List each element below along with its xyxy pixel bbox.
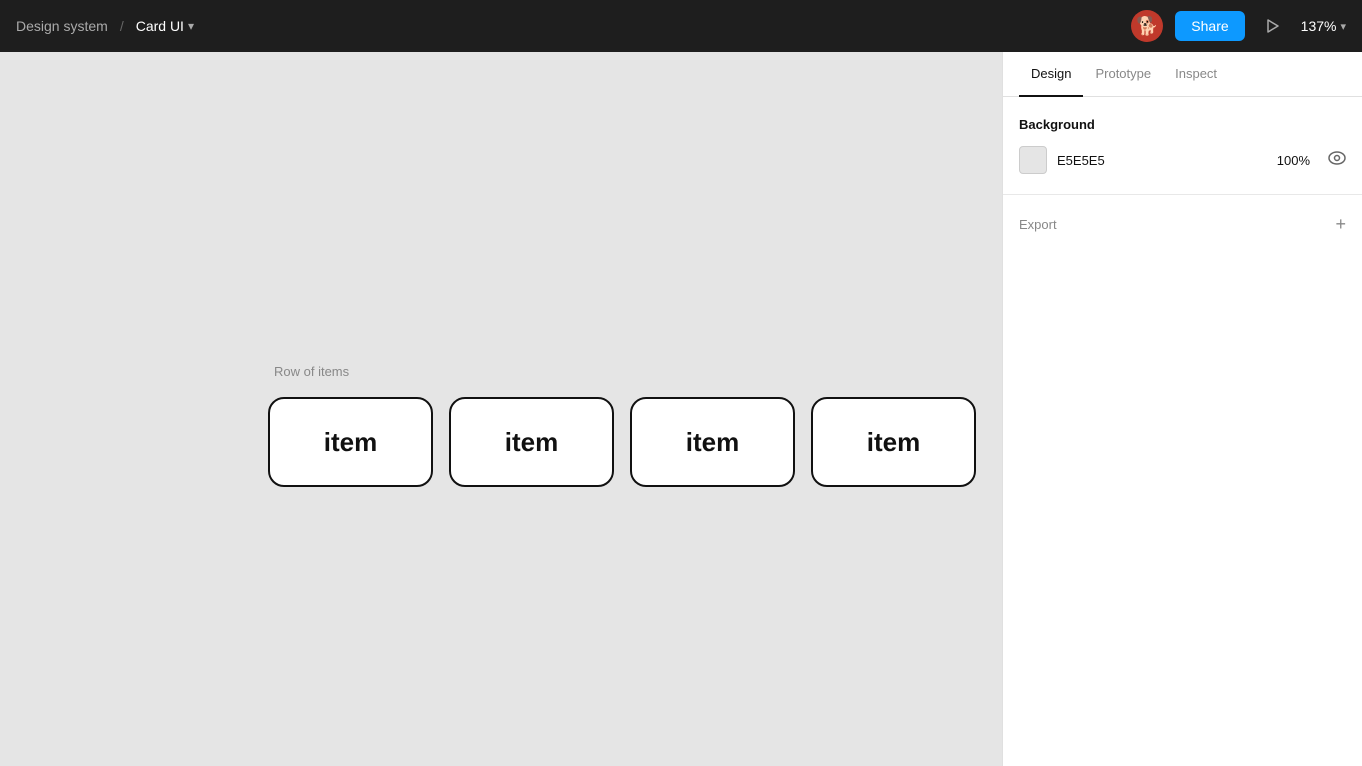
page-title[interactable]: Card UI ▾	[136, 18, 194, 34]
list-item: item	[811, 397, 976, 487]
play-button[interactable]	[1257, 10, 1289, 42]
canvas[interactable]: Row of items item item item item	[0, 52, 1002, 766]
breadcrumb-separator: /	[120, 18, 124, 34]
export-section: Export +	[1003, 195, 1362, 253]
tab-prototype[interactable]: Prototype	[1083, 52, 1163, 97]
add-export-button[interactable]: +	[1335, 215, 1346, 233]
topbar-left: Design system / Card UI ▾	[16, 18, 194, 34]
color-hex-value: E5E5E5	[1057, 153, 1267, 168]
main-area: Row of items item item item item Design …	[0, 52, 1362, 766]
list-item: item	[630, 397, 795, 487]
canvas-items-row: item item item item	[268, 397, 976, 487]
zoom-control[interactable]: 137% ▾	[1301, 18, 1346, 34]
list-item: item	[449, 397, 614, 487]
topbar-right: 🐕 Share 137% ▾	[1131, 10, 1346, 42]
list-item: item	[268, 397, 433, 487]
canvas-row-label: Row of items	[274, 364, 349, 379]
panel-tabs: Design Prototype Inspect	[1003, 52, 1362, 97]
export-label: Export	[1019, 217, 1057, 232]
breadcrumb: Design system	[16, 18, 108, 34]
right-panel: Design Prototype Inspect Background E5E5…	[1002, 52, 1362, 766]
background-section-title: Background	[1019, 117, 1346, 132]
tab-design[interactable]: Design	[1019, 52, 1083, 97]
tab-inspect[interactable]: Inspect	[1163, 52, 1229, 97]
avatar: 🐕	[1131, 10, 1163, 42]
share-button[interactable]: Share	[1175, 11, 1244, 41]
opacity-value: 100%	[1277, 153, 1310, 168]
background-row: E5E5E5 100%	[1019, 146, 1346, 174]
topbar: Design system / Card UI ▾ 🐕 Share 137% ▾	[0, 0, 1362, 52]
color-swatch[interactable]	[1019, 146, 1047, 174]
chevron-down-icon: ▾	[1340, 20, 1346, 33]
chevron-down-icon: ▾	[188, 19, 194, 33]
background-section: Background E5E5E5 100%	[1003, 97, 1362, 195]
visibility-icon[interactable]	[1328, 151, 1346, 170]
